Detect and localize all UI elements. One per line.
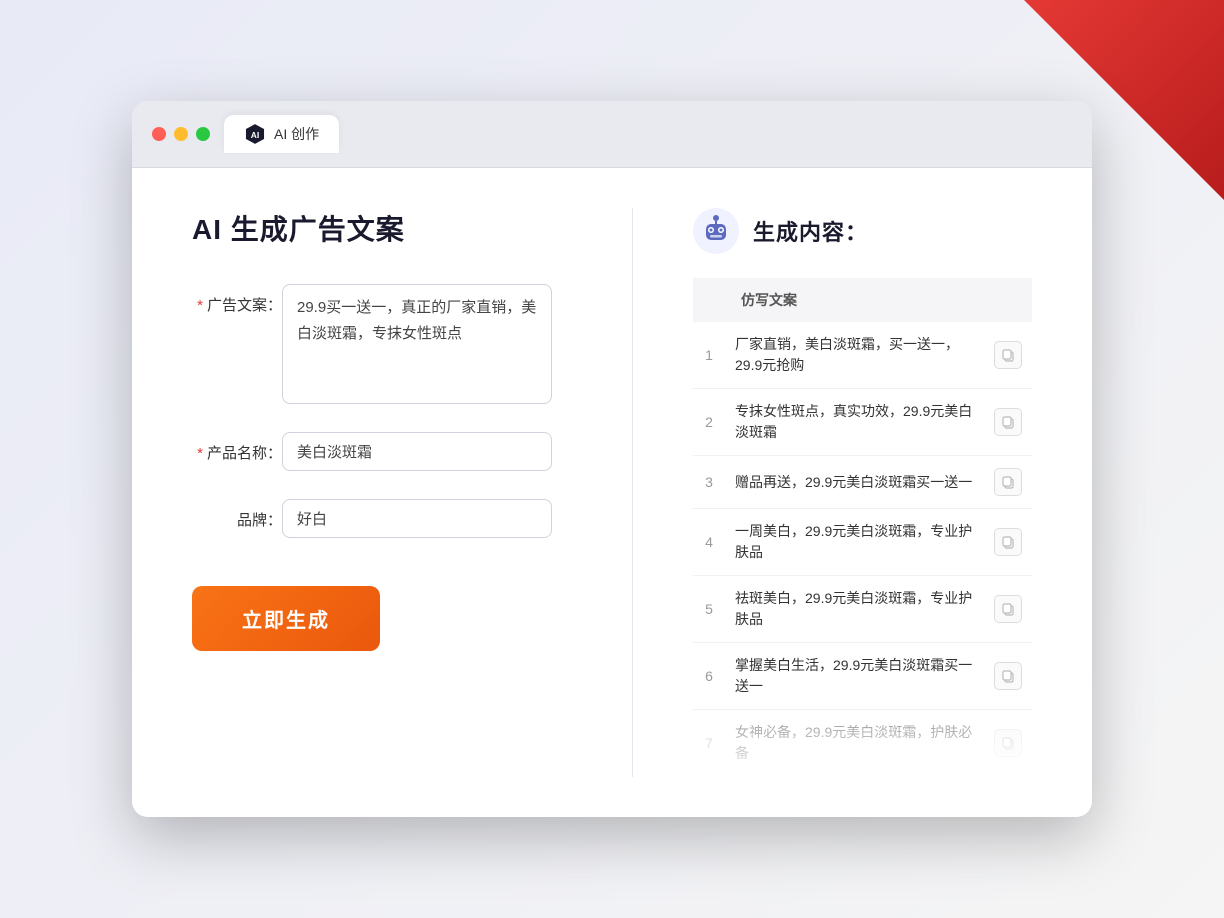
ai-tab-icon: AI [244,123,266,145]
required-star-ad: * [197,297,203,314]
table-row: 3 赠品再送，29.9元美白淡斑霜买一送一 [693,456,1032,509]
table-row: 1 厂家直销，美白淡斑霜，买一送一，29.9元抢购 [693,322,1032,389]
table-row: 6 掌握美白生活，29.9元美白淡斑霜买一送一 [693,643,1032,710]
copy-icon [1001,535,1015,549]
brand-label: 品牌： [192,499,282,530]
right-panel: 生成内容： 仿写文案 1 厂家直销，美白淡斑霜，买一送一，29.9元抢购 [653,208,1032,777]
required-star-product: * [197,445,203,462]
product-name-label: *产品名称： [192,432,282,463]
table-row: 2 专抹女性斑点，真实功效，29.9元美白淡斑霜 [693,389,1032,456]
row-number: 2 [693,389,725,456]
maximize-button[interactable] [196,127,210,141]
row-number: 7 [693,710,725,777]
result-header: 生成内容： [693,208,1032,254]
row-content: 赠品再送，29.9元美白淡斑霜买一送一 [725,456,984,509]
brand-input[interactable] [282,499,552,538]
left-panel: AI 生成广告文案 *广告文案： *产品名称： 品牌： 立即生成 [192,208,612,777]
row-content: 厂家直销，美白淡斑霜，买一送一，29.9元抢购 [725,322,984,389]
tab-label: AI 创作 [274,124,319,144]
ad-copy-group: *广告文案： [192,284,552,404]
browser-window: AI AI 创作 AI 生成广告文案 *广告文案： *产品名称： [132,101,1092,817]
copy-button[interactable] [994,468,1022,496]
title-bar: AI AI 创作 [132,101,1092,168]
copy-icon [1001,475,1015,489]
traffic-lights [152,127,210,141]
copy-button[interactable] [994,729,1022,757]
row-content: 掌握美白生活，29.9元美白淡斑霜买一送一 [725,643,984,710]
result-table: 仿写文案 1 厂家直销，美白淡斑霜，买一送一，29.9元抢购 2 [693,278,1032,777]
copy-icon [1001,669,1015,683]
copy-button[interactable] [994,595,1022,623]
page-title: AI 生成广告文案 [192,208,552,248]
brand-group: 品牌： [192,499,552,538]
copy-button[interactable] [994,408,1022,436]
copy-icon [1001,415,1015,429]
tab-ai-creation[interactable]: AI AI 创作 [224,115,339,153]
copy-icon [1001,348,1015,362]
minimize-button[interactable] [174,127,188,141]
copy-icon [1001,602,1015,616]
product-name-input[interactable] [282,432,552,471]
row-number: 4 [693,509,725,576]
table-header-copy: 仿写文案 [725,278,984,322]
row-content: 祛斑美白，29.9元美白淡斑霜，专业护肤品 [725,576,984,643]
svg-text:AI: AI [251,130,260,140]
panel-divider [632,208,633,777]
table-row: 7 女神必备，29.9元美白淡斑霜，护肤必备 [693,710,1032,777]
main-content: AI 生成广告文案 *广告文案： *产品名称： 品牌： 立即生成 [132,168,1092,817]
copy-icon [1001,736,1015,750]
row-number: 5 [693,576,725,643]
product-name-group: *产品名称： [192,432,552,471]
table-row: 4 一周美白，29.9元美白淡斑霜，专业护肤品 [693,509,1032,576]
close-button[interactable] [152,127,166,141]
row-number: 6 [693,643,725,710]
table-row: 5 祛斑美白，29.9元美白淡斑霜，专业护肤品 [693,576,1032,643]
robot-icon [693,208,739,254]
ad-copy-input[interactable] [282,284,552,404]
row-content: 一周美白，29.9元美白淡斑霜，专业护肤品 [725,509,984,576]
row-number: 3 [693,456,725,509]
copy-button[interactable] [994,528,1022,556]
result-table-container: 仿写文案 1 厂家直销，美白淡斑霜，买一送一，29.9元抢购 2 [693,278,1032,777]
row-number: 1 [693,322,725,389]
row-content: 女神必备，29.9元美白淡斑霜，护肤必备 [725,710,984,777]
copy-button[interactable] [994,341,1022,369]
row-content: 专抹女性斑点，真实功效，29.9元美白淡斑霜 [725,389,984,456]
result-title: 生成内容： [753,215,868,247]
ad-copy-label: *广告文案： [192,284,282,315]
copy-button[interactable] [994,662,1022,690]
generate-button[interactable]: 立即生成 [192,586,380,651]
